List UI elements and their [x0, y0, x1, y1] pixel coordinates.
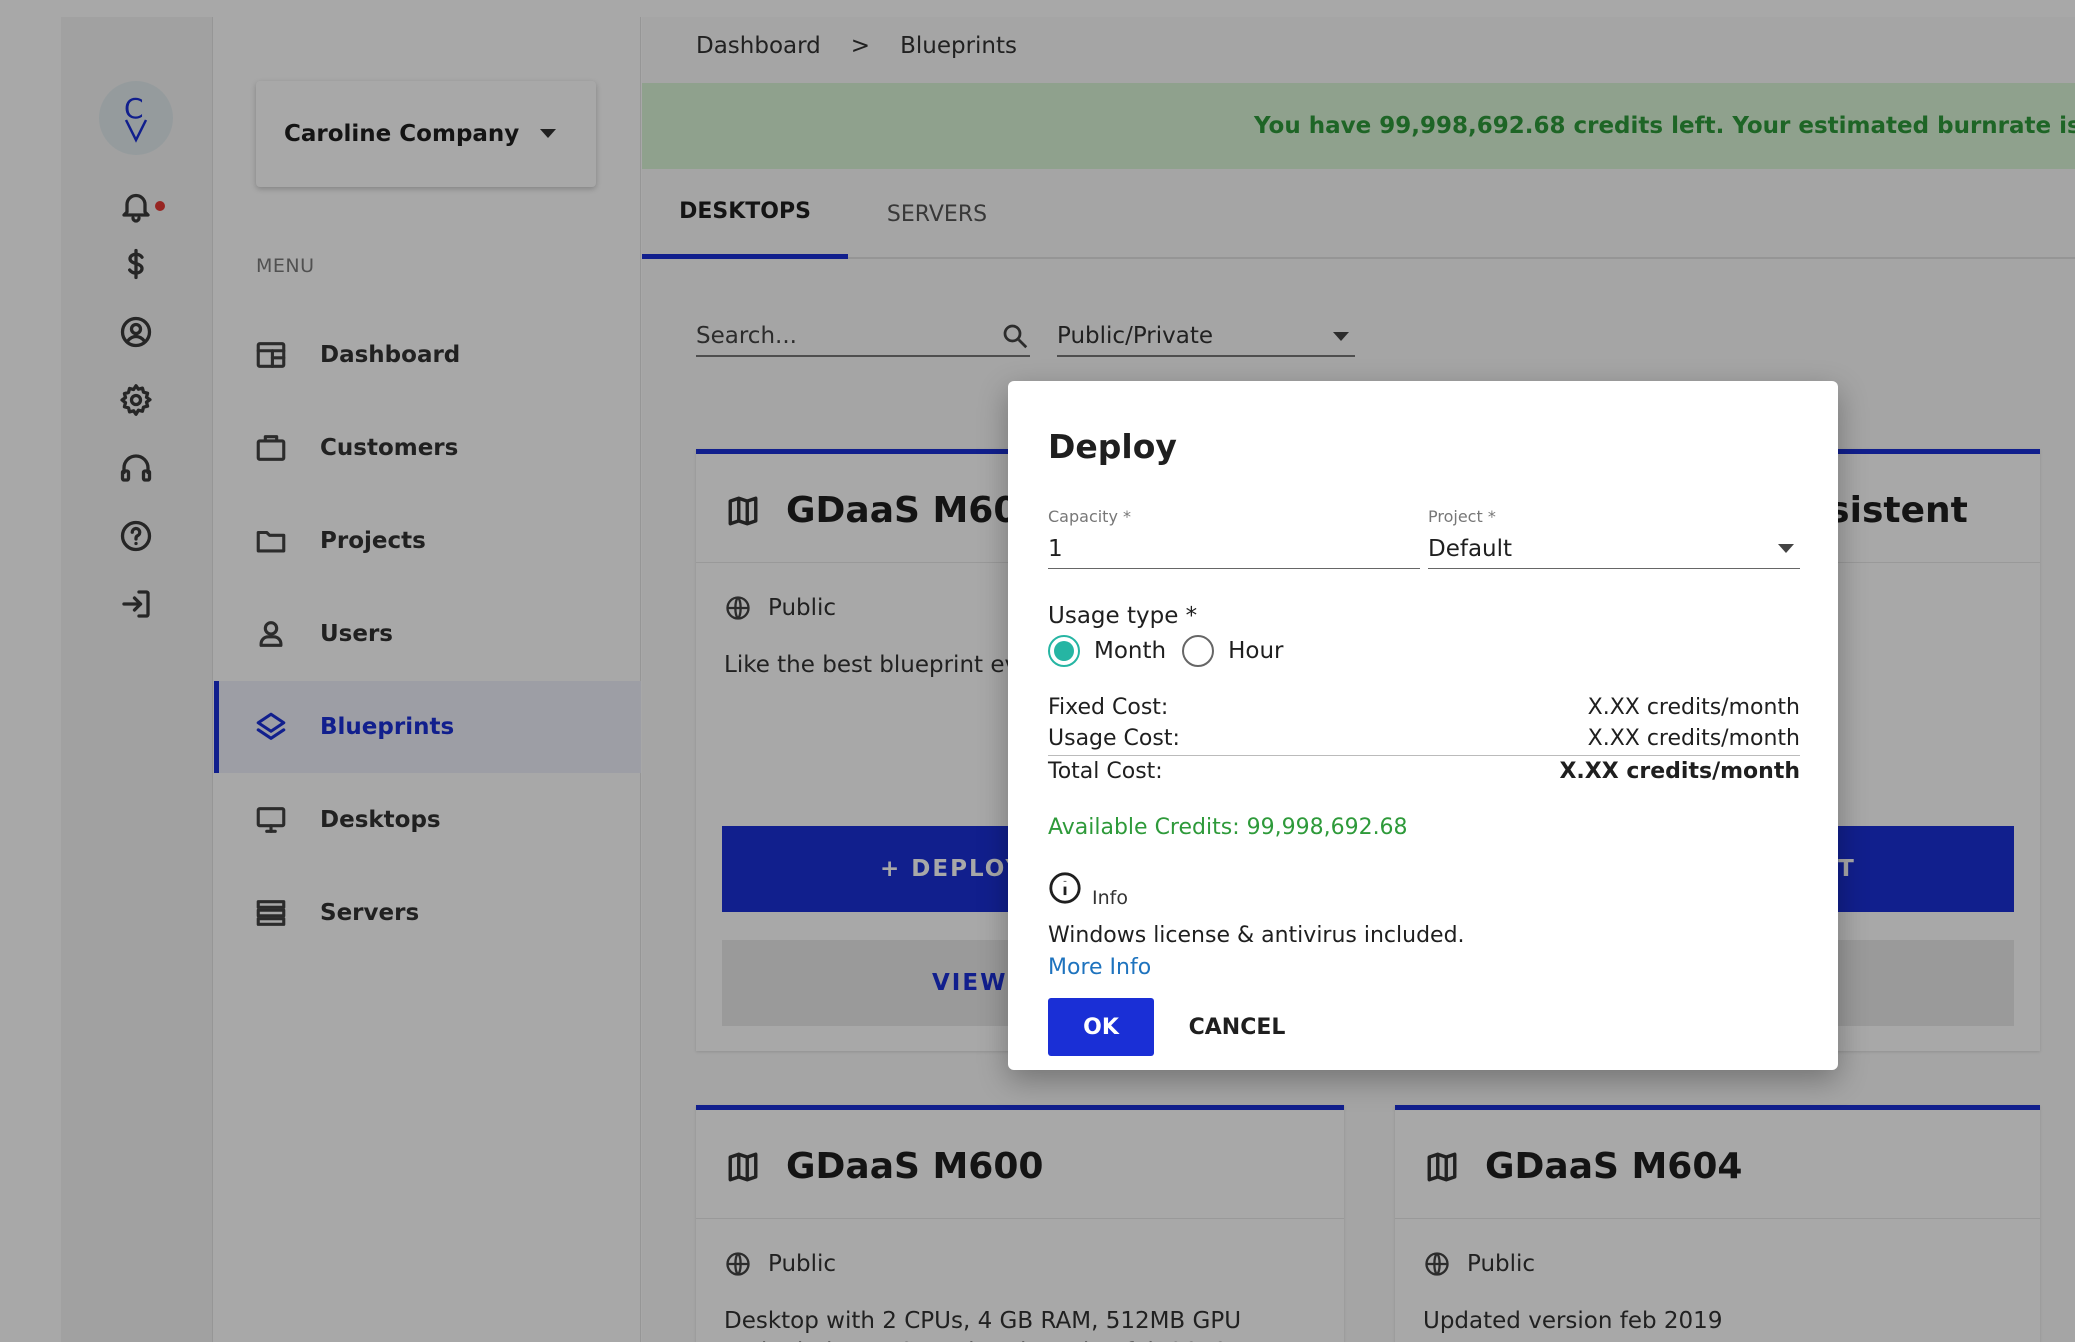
info-icon [1049, 872, 1081, 904]
total-cost-value: X.XX credits/month [1559, 759, 1800, 784]
project-value: Default [1428, 535, 1513, 562]
more-info-link[interactable]: More Info [1048, 955, 1151, 980]
usage-cost-row: Usage Cost: X.XX credits/month [1048, 726, 1800, 751]
project-label: Project * [1428, 507, 1496, 526]
capacity-label: Capacity * [1048, 507, 1132, 526]
usage-cost-label: Usage Cost: [1048, 726, 1180, 751]
fixed-cost-label: Fixed Cost: [1048, 695, 1169, 720]
fixed-cost-value: X.XX credits/month [1587, 695, 1800, 720]
usage-type-radio-group: Month Hour [1048, 635, 1284, 667]
total-cost-row: Total Cost: X.XX credits/month [1048, 759, 1800, 784]
ok-button[interactable]: OK [1048, 998, 1154, 1056]
radio-hour-label: Hour [1228, 638, 1284, 664]
cancel-button[interactable]: CANCEL [1182, 998, 1292, 1056]
capacity-input[interactable]: 1 [1048, 529, 1420, 569]
dialog-title: Deploy [1048, 427, 1177, 466]
available-credits: Available Credits: 99,998,692.68 [1048, 815, 1408, 840]
deploy-dialog: Deploy Capacity * 1 Project * Default Us… [1008, 381, 1838, 1070]
cost-divider [1048, 755, 1800, 756]
info-row: Info [1048, 871, 1128, 909]
project-select[interactable]: Default [1428, 529, 1800, 569]
usage-type-label: Usage type * [1048, 603, 1198, 629]
capacity-value: 1 [1048, 535, 1063, 562]
info-text: Windows license & antivirus included. [1048, 923, 1465, 948]
total-cost-label: Total Cost: [1048, 759, 1163, 784]
radio-month[interactable] [1048, 635, 1080, 667]
chevron-down-icon [1778, 544, 1794, 553]
info-label: Info [1092, 887, 1128, 909]
radio-hour[interactable] [1182, 635, 1215, 667]
fixed-cost-row: Fixed Cost: X.XX credits/month [1048, 695, 1800, 720]
radio-month-label: Month [1094, 638, 1167, 664]
usage-cost-value: X.XX credits/month [1587, 726, 1800, 751]
